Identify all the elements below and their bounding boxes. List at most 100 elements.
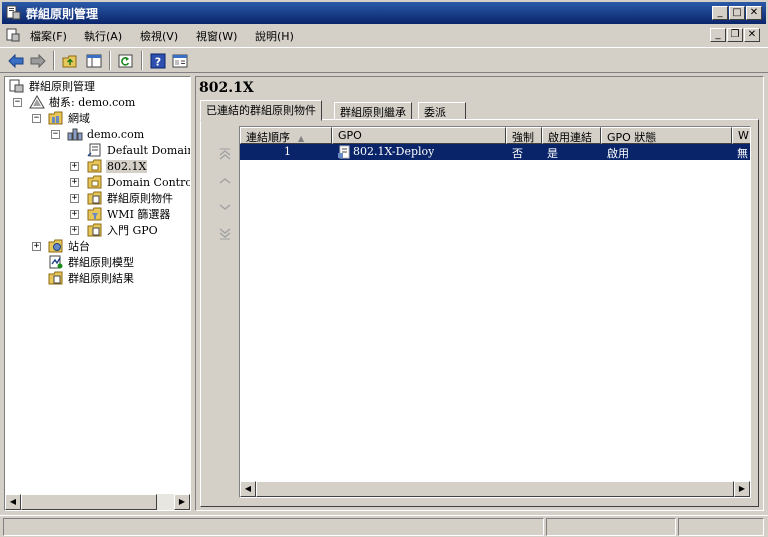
tab-delegation[interactable]: 委派 bbox=[418, 102, 466, 120]
expand-gpo-container-toggle[interactable]: + bbox=[70, 194, 79, 203]
list-horizontal-scrollbar[interactable]: ◀ ▶ bbox=[240, 481, 750, 497]
forward-button[interactable] bbox=[28, 51, 48, 70]
child-restore-button[interactable]: ❐ bbox=[727, 28, 743, 42]
tree-item-gpm-root[interactable]: 群組原則管理 bbox=[9, 78, 96, 94]
column-header-link-order[interactable]: 連結順序 ▲ bbox=[240, 127, 332, 144]
tree-item-wmi-filters[interactable]: WMI 篩選器 bbox=[87, 206, 171, 222]
toolbar-separator bbox=[53, 51, 55, 70]
tree-label: 樹系: demo.com bbox=[49, 96, 136, 109]
expand-sites-toggle[interactable]: + bbox=[32, 242, 41, 251]
cell-gpo-status: 啟用 bbox=[607, 147, 629, 160]
close-button[interactable]: ✕ bbox=[746, 6, 762, 20]
show-hide-tree-button[interactable] bbox=[84, 51, 104, 70]
move-down-button[interactable] bbox=[217, 199, 233, 215]
collapse-forest-toggle[interactable]: − bbox=[13, 98, 22, 107]
maximize-button[interactable]: □ bbox=[729, 6, 745, 20]
back-button[interactable] bbox=[6, 51, 26, 70]
menu-window[interactable]: 視窗(W) bbox=[196, 28, 237, 44]
tree-item-default-domain-policy[interactable]: Default Domain P bbox=[87, 142, 190, 158]
table-row[interactable]: 1 802.1X-Deploy 否 是 啟用 無 bbox=[240, 144, 750, 160]
tree-item-domain-controllers[interactable]: Domain Controlle bbox=[87, 174, 190, 190]
tree-item-forest[interactable]: 樹系: demo.com bbox=[29, 94, 136, 110]
document-icon bbox=[6, 28, 20, 42]
scroll-left-arrow[interactable]: ◀ bbox=[240, 481, 256, 497]
tree-item-gpo-container[interactable]: 群組原則物件 bbox=[87, 190, 174, 206]
tree-label: 網域 bbox=[68, 112, 90, 125]
properties-button[interactable] bbox=[170, 51, 190, 70]
svg-text:?: ? bbox=[155, 55, 161, 68]
refresh-icon bbox=[118, 54, 133, 67]
up-level-button[interactable] bbox=[60, 51, 80, 70]
move-to-top-button[interactable] bbox=[217, 146, 233, 162]
tree-label: 802.1X bbox=[106, 159, 148, 173]
column-header-enforced[interactable]: 強制 bbox=[506, 127, 542, 144]
ou-folder-icon bbox=[87, 159, 102, 173]
tree-item-sites[interactable]: 站台 bbox=[48, 238, 91, 254]
window-title: 群組原則管理 bbox=[26, 7, 99, 21]
tree-label: 群組原則模型 bbox=[68, 256, 134, 269]
toolbar-separator bbox=[109, 51, 111, 70]
menu-file[interactable]: 檔案(F) bbox=[30, 28, 67, 44]
column-header-wmi[interactable]: W bbox=[732, 127, 750, 144]
scroll-right-arrow[interactable]: ▶ bbox=[174, 494, 190, 510]
column-header-gpo[interactable]: GPO bbox=[332, 127, 506, 144]
move-to-bottom-button[interactable] bbox=[217, 226, 233, 242]
console-root-icon bbox=[9, 79, 24, 93]
cell-gpo-name: 802.1X-Deploy bbox=[353, 145, 435, 158]
properties-icon bbox=[172, 54, 188, 67]
menu-bar: 檔案(F) 執行(A) 檢視(V) 視窗(W) 說明(H) bbox=[0, 24, 768, 46]
move-down-icon bbox=[219, 204, 231, 210]
scroll-left-arrow[interactable]: ◀ bbox=[5, 494, 21, 510]
expand-domain-controllers-toggle[interactable]: + bbox=[70, 178, 79, 187]
status-cell-main bbox=[3, 518, 544, 536]
collapse-domain-toggle[interactable]: − bbox=[51, 130, 60, 139]
status-cell bbox=[678, 518, 764, 536]
move-up-button[interactable] bbox=[217, 173, 233, 189]
tree-item-starter-gpo[interactable]: 入門 GPO bbox=[87, 222, 159, 238]
title-bar: 群組原則管理 _ □ ✕ bbox=[0, 0, 768, 24]
forest-icon bbox=[29, 95, 45, 109]
console-tree[interactable]: 群組原則管理 − 樹系: demo.com − 網域 − demo.com De… bbox=[4, 76, 191, 511]
tab-gp-inheritance[interactable]: 群組原則繼承 bbox=[334, 102, 412, 120]
back-icon bbox=[8, 53, 24, 68]
tree-item-gp-results[interactable]: 群組原則結果 bbox=[48, 270, 135, 286]
collapse-domains-toggle[interactable]: − bbox=[32, 114, 41, 123]
cell-link-enabled: 是 bbox=[547, 147, 558, 160]
refresh-button[interactable] bbox=[116, 51, 136, 70]
tree-label: 站台 bbox=[68, 240, 90, 253]
toolbar-separator bbox=[141, 51, 143, 70]
pane-title: 802.1X bbox=[199, 80, 254, 96]
toolbar: ? bbox=[0, 47, 768, 73]
scroll-thumb[interactable] bbox=[256, 481, 734, 497]
gp-results-icon bbox=[48, 271, 63, 285]
help-button[interactable]: ? bbox=[148, 51, 168, 70]
forward-icon bbox=[30, 53, 46, 68]
expand-starter-gpo-toggle[interactable]: + bbox=[70, 226, 79, 235]
tree-item-8021x[interactable]: 802.1X bbox=[87, 158, 148, 174]
tree-item-domain[interactable]: demo.com bbox=[67, 126, 145, 142]
child-minimize-button[interactable]: _ bbox=[710, 28, 726, 42]
scroll-right-arrow[interactable]: ▶ bbox=[734, 481, 750, 497]
minimize-button[interactable]: _ bbox=[712, 6, 728, 20]
details-pane: 802.1X 已連結的群組原則物件 群組原則繼承 委派 連結順序 ▲ GPO 強制… bbox=[195, 76, 764, 511]
domains-folder-icon bbox=[48, 111, 63, 125]
tree-item-gp-modeling[interactable]: 群組原則模型 bbox=[48, 254, 135, 270]
expand-wmi-filters-toggle[interactable]: + bbox=[70, 210, 79, 219]
linked-gpo-list[interactable]: 連結順序 ▲ GPO 強制 啟用連結 GPO 狀態 W 1 802.1X-Depl… bbox=[239, 126, 751, 498]
show-hide-tree-icon bbox=[86, 54, 102, 67]
expand-8021x-toggle[interactable]: + bbox=[70, 162, 79, 171]
menu-help[interactable]: 說明(H) bbox=[255, 28, 294, 44]
linked-gpos-panel: 連結順序 ▲ GPO 強制 啟用連結 GPO 狀態 W 1 802.1X-Depl… bbox=[200, 119, 759, 507]
child-close-button[interactable]: ✕ bbox=[744, 28, 760, 42]
column-header-link-enabled[interactable]: 啟用連結 bbox=[542, 127, 601, 144]
column-header-gpo-status[interactable]: GPO 狀態 bbox=[601, 127, 732, 144]
scroll-thumb[interactable] bbox=[21, 494, 157, 510]
tab-linked-gpos[interactable]: 已連結的群組原則物件 bbox=[200, 100, 322, 121]
menu-view[interactable]: 檢視(V) bbox=[140, 28, 178, 44]
tree-horizontal-scrollbar[interactable]: ◀ ▶ bbox=[5, 494, 190, 510]
sites-folder-icon bbox=[48, 239, 63, 253]
status-cell bbox=[546, 518, 676, 536]
tree-item-domains[interactable]: 網域 bbox=[48, 110, 91, 126]
menu-action[interactable]: 執行(A) bbox=[84, 28, 122, 44]
ou-folder-icon bbox=[87, 175, 102, 189]
